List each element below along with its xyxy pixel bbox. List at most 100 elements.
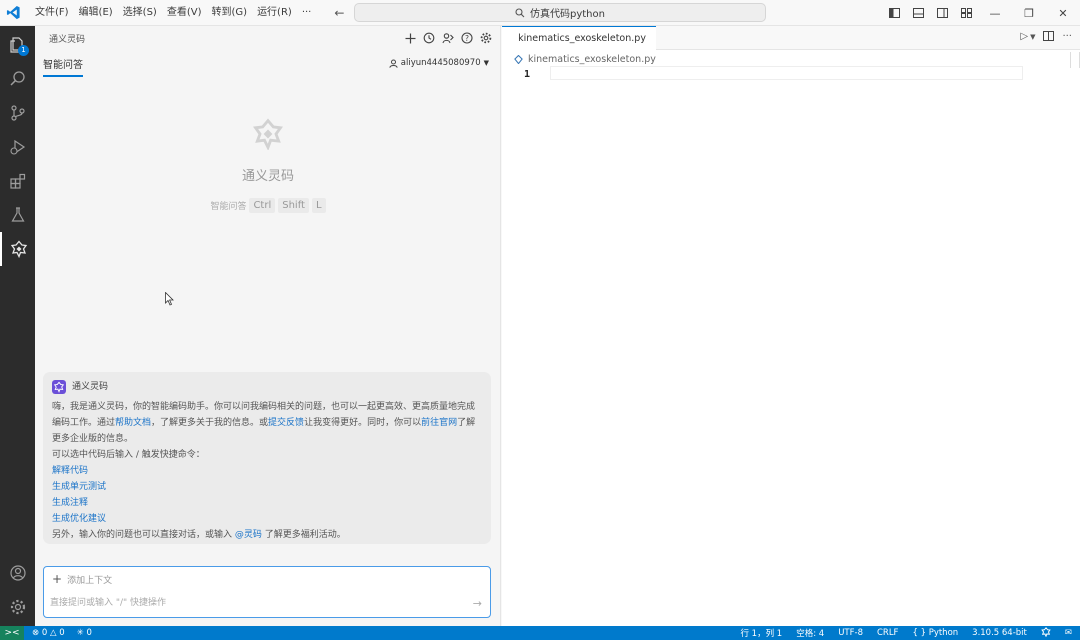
intro-paragraph: 嗨，我是通义灵码，你的智能编码助手。你可以问我编码相关的问题，也可以一起更高效、… — [52, 399, 482, 447]
cmd-generate-comments[interactable]: 生成注释 — [52, 495, 482, 511]
run-dropdown-icon[interactable]: ▼ — [1030, 33, 1035, 44]
explorer-icon[interactable]: 1 — [0, 28, 35, 62]
menu-view[interactable]: 查看(V) — [162, 0, 207, 26]
radio-tower-icon: ✳ — [76, 628, 84, 638]
editor-tab-label: kinematics_exoskeleton.py — [518, 33, 646, 44]
language-label: Python — [928, 628, 959, 638]
shortcut-label: 智能问答 — [210, 202, 247, 212]
cmd-explain-code[interactable]: 解释代码 — [52, 463, 482, 479]
toggle-panel-icon[interactable] — [906, 8, 930, 18]
menu-go[interactable]: 转到(G) — [207, 0, 253, 26]
split-editor-icon[interactable] — [1043, 31, 1055, 44]
editor-tab-active[interactable]: kinematics_exoskeleton.py — [502, 26, 656, 50]
run-debug-icon[interactable] — [0, 130, 35, 164]
lingma-status-icon[interactable] — [1041, 626, 1051, 640]
footer-line: 另外，输入你的问题也可以直接对话，或输入 @灵码 了解更多福利活动。 — [52, 527, 482, 543]
add-context-label: 添加上下文 — [67, 575, 113, 586]
toggle-secondary-sidebar-icon[interactable] — [930, 8, 954, 18]
help-doc-link[interactable]: 帮助文档 — [115, 418, 151, 428]
user-icon — [389, 59, 398, 68]
welcome-hero: 通义灵码 智能问答 Ctrl Shift L — [35, 118, 501, 213]
settings-gear-icon[interactable] — [0, 590, 35, 624]
tongyi-lingma-icon[interactable] — [0, 232, 35, 266]
intro-text-2: ，了解更多关于我的信息。或 — [151, 418, 269, 428]
editor-tabs-bar: kinematics_exoskeleton.py ▷ ▼ ··· — [502, 26, 1080, 50]
cmd-generate-optimization[interactable]: 生成优化建议 — [52, 511, 482, 527]
lingma-sidebar: 通义灵码 ? 智能问答 aliyun4445080970 ▼ 通义灵码 智能问答… — [35, 26, 501, 626]
editor-area: kinematics_exoskeleton.py ▷ ▼ ··· kinema… — [502, 26, 1080, 626]
sidebar-title: 通义灵码 — [49, 34, 86, 45]
warning-count: 0 — [59, 628, 65, 638]
testing-flask-icon[interactable] — [0, 198, 35, 232]
notifications-bell-icon[interactable]: ✉ — [1065, 628, 1072, 638]
search-icon[interactable] — [0, 62, 35, 96]
send-arrow-icon[interactable]: → — [473, 597, 482, 610]
source-control-icon[interactable] — [0, 96, 35, 130]
command-center-search[interactable]: 仿真代码python — [354, 3, 766, 22]
settings-icon[interactable] — [480, 30, 492, 46]
error-icon: ⊗ — [32, 628, 40, 638]
ports-status[interactable]: ✳ 0 — [77, 628, 92, 638]
language-mode[interactable]: { } Python — [912, 628, 958, 638]
sidebar-actions: ? — [404, 30, 492, 46]
tab-smart-qa[interactable]: 智能问答 — [43, 56, 83, 77]
line-number: 1 — [524, 69, 531, 80]
problems-status[interactable]: ⊗ 0 △ 0 — [32, 628, 65, 638]
explorer-badge: 1 — [18, 45, 29, 56]
extensions-icon[interactable] — [0, 164, 35, 198]
cmd-generate-unit-test[interactable]: 生成单元测试 — [52, 479, 482, 495]
menu-file[interactable]: 文件(F) — [30, 0, 74, 26]
key-ctrl: Ctrl — [249, 198, 276, 213]
menu-run[interactable]: 运行(R) — [252, 0, 297, 26]
remote-icon[interactable]: >< — [0, 626, 24, 640]
search-icon — [515, 7, 525, 17]
minimap-slider[interactable] — [1070, 52, 1080, 68]
current-line-highlight[interactable] — [550, 66, 1023, 80]
message-header: 通义灵码 — [52, 379, 482, 395]
new-chat-plus-icon[interactable] — [404, 30, 416, 46]
svg-text:?: ? — [465, 34, 469, 43]
user-account-dropdown[interactable]: aliyun4445080970 ▼ — [389, 58, 489, 68]
share-users-icon[interactable] — [442, 30, 454, 46]
shortcut-hint: 智能问答 Ctrl Shift L — [35, 198, 501, 213]
restore-icon[interactable]: ❐ — [1012, 7, 1046, 20]
official-site-link[interactable]: 前往官网 — [421, 418, 457, 428]
caret-down-icon: ▼ — [483, 59, 489, 67]
breadcrumb[interactable]: kinematics_exoskeleton.py — [514, 54, 656, 65]
account-icon[interactable] — [0, 556, 35, 590]
encoding[interactable]: UTF-8 — [838, 628, 863, 638]
menu-selection[interactable]: 选择(S) — [118, 0, 162, 26]
menu-more[interactable]: ··· — [297, 0, 317, 26]
mouse-pointer-icon — [165, 292, 174, 306]
chat-input[interactable] — [50, 595, 460, 611]
more-actions-icon[interactable]: ··· — [1062, 31, 1072, 44]
error-count: 0 — [41, 628, 48, 638]
editor-actions: ▷ ▼ ··· — [1020, 31, 1072, 44]
menu-edit[interactable]: 编辑(E) — [74, 0, 118, 26]
status-right: 行 1，列 1 空格: 4 UTF-8 CRLF { } Python 3.10… — [740, 626, 1072, 640]
minimize-icon[interactable]: — — [978, 7, 1012, 20]
customize-layout-icon[interactable] — [954, 8, 978, 18]
run-python-icon[interactable]: ▷ — [1020, 31, 1028, 44]
cursor-position[interactable]: 行 1，列 1 — [740, 627, 782, 639]
vscode-logo-icon — [0, 0, 26, 26]
sidebar-tab-row: 智能问答 aliyun4445080970 ▼ — [35, 54, 501, 77]
back-arrow-icon[interactable]: ← — [334, 6, 344, 20]
python-interpreter[interactable]: 3.10.5 64-bit — [972, 628, 1027, 638]
help-icon[interactable]: ? — [461, 30, 473, 46]
warning-icon: △ — [49, 628, 57, 638]
ports-count: 0 — [86, 628, 92, 638]
footer-text-1: 另外，输入你的问题也可以直接对话，或输入 — [52, 530, 235, 540]
command-center-text: 仿真代码python — [530, 9, 605, 20]
close-icon[interactable]: ✕ — [1046, 7, 1080, 20]
add-context-button[interactable]: + 添加上下文 — [52, 572, 112, 586]
lingma-avatar-icon — [52, 380, 66, 394]
mention-lingma-link[interactable]: @灵码 — [235, 530, 262, 540]
toggle-primary-sidebar-icon[interactable] — [882, 8, 906, 18]
lingma-logo-icon — [253, 118, 283, 151]
indentation[interactable]: 空格: 4 — [796, 627, 824, 639]
history-icon[interactable] — [423, 30, 435, 46]
line-ending[interactable]: CRLF — [877, 628, 898, 638]
feedback-link[interactable]: 提交反馈 — [268, 418, 304, 428]
braces-icon: { } — [912, 628, 926, 638]
